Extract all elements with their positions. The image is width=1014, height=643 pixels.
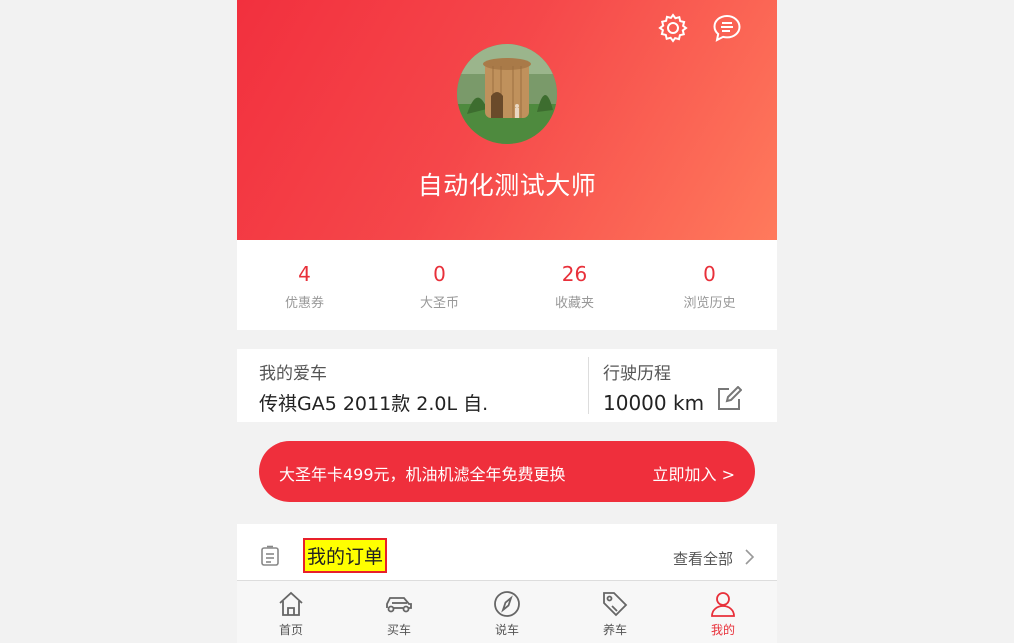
settings-gear-icon[interactable] bbox=[657, 12, 689, 44]
mileage-title: 行驶历程 bbox=[603, 364, 671, 384]
stat-favorites[interactable]: 26 收藏夹 bbox=[507, 240, 642, 330]
username: 自动化测试大师 bbox=[417, 171, 597, 200]
divider bbox=[588, 357, 589, 414]
tab-label: 首页 bbox=[278, 623, 303, 637]
tag-icon bbox=[603, 592, 628, 617]
user-icon bbox=[711, 592, 735, 617]
promo-text: 大圣年卡499元，机油机滤全年免费更换 bbox=[279, 465, 566, 484]
bottom-tab-bar: 首页 买车 说车 养车 我的 bbox=[237, 580, 777, 643]
profile-screen: 自动化测试大师 4 优惠券 0 大圣币 26 收藏夹 0 浏览历史 我的爱车 传… bbox=[237, 0, 777, 643]
my-orders-section: 我的订单 查看全部 bbox=[237, 524, 777, 584]
stat-value: 26 bbox=[561, 262, 588, 286]
stat-label: 大圣币 bbox=[419, 296, 459, 311]
tab-label: 我的 bbox=[710, 623, 735, 637]
message-icon[interactable] bbox=[711, 12, 743, 44]
edit-mileage-icon[interactable] bbox=[716, 385, 743, 412]
stat-label: 优惠券 bbox=[284, 296, 324, 311]
view-all-orders-link[interactable]: 查看全部 bbox=[673, 548, 733, 569]
my-car-card: 我的爱车 传祺GA5 2011款 2.0L 自. 行驶历程 10000 km bbox=[237, 349, 777, 422]
my-orders-title: 我的订单 bbox=[303, 538, 388, 573]
tab-mine[interactable]: 我的 bbox=[669, 581, 777, 643]
order-list-icon bbox=[259, 545, 281, 567]
compass-icon bbox=[494, 591, 520, 617]
stat-coins[interactable]: 0 大圣币 bbox=[372, 240, 507, 330]
stat-value: 0 bbox=[703, 262, 716, 286]
tab-label: 养车 bbox=[602, 623, 627, 637]
stats-bar: 4 优惠券 0 大圣币 26 收藏夹 0 浏览历史 bbox=[237, 240, 777, 330]
stat-label: 浏览历史 bbox=[683, 296, 736, 311]
stat-value: 4 bbox=[298, 262, 311, 286]
join-now-button[interactable]: 立即加入 > bbox=[653, 461, 736, 485]
home-icon bbox=[279, 591, 303, 616]
tab-car-care[interactable]: 养车 bbox=[561, 581, 669, 643]
my-car-info[interactable]: 我的爱车 传祺GA5 2011款 2.0L 自. bbox=[259, 359, 579, 416]
car-model: 传祺GA5 2011款 2.0L 自. bbox=[259, 393, 489, 415]
tab-buy-car[interactable]: 买车 bbox=[345, 581, 453, 643]
tab-talk-car[interactable]: 说车 bbox=[453, 581, 561, 643]
stat-history[interactable]: 0 浏览历史 bbox=[642, 240, 777, 330]
profile-header: 自动化测试大师 bbox=[237, 0, 777, 240]
tab-label: 买车 bbox=[386, 623, 411, 637]
stat-coupons[interactable]: 4 优惠券 bbox=[237, 240, 372, 330]
chevron-right-icon[interactable] bbox=[743, 548, 755, 566]
mileage-info: 行驶历程 10000 km bbox=[603, 359, 763, 415]
avatar[interactable] bbox=[457, 44, 557, 144]
tab-home[interactable]: 首页 bbox=[237, 581, 345, 643]
my-car-title: 我的爱车 bbox=[259, 364, 327, 384]
stat-value: 0 bbox=[433, 262, 446, 286]
annual-card-promo-banner[interactable]: 大圣年卡499元，机油机滤全年免费更换 立即加入 > bbox=[259, 441, 755, 502]
stat-label: 收藏夹 bbox=[554, 296, 594, 311]
car-icon bbox=[386, 597, 412, 613]
tab-label: 说车 bbox=[494, 623, 519, 637]
